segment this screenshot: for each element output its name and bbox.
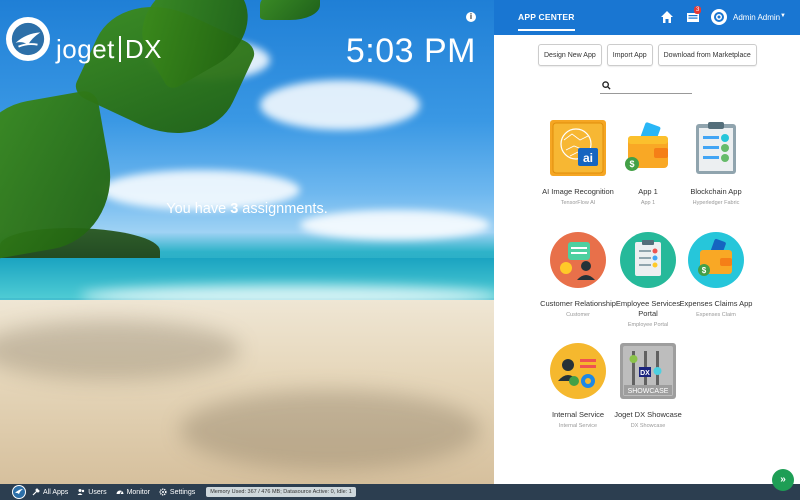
app-app-1[interactable]: $ App 1 App 1	[610, 120, 686, 206]
assignments-message[interactable]: You have 3 assignments.	[0, 201, 494, 217]
tab-app-center[interactable]: APP CENTER	[518, 12, 575, 31]
svg-text:$: $	[629, 159, 634, 169]
app-customer-relationship[interactable]: Customer Relationship Customer	[540, 232, 616, 318]
app-joget-dx-showcase[interactable]: DX SHOWCASE Joget DX Showcase DX Showcas…	[610, 343, 686, 429]
svg-text:$: $	[702, 266, 707, 275]
monitor-button[interactable]: Monitor	[116, 488, 150, 496]
wallet-money-icon: $	[688, 232, 744, 288]
all-apps-button[interactable]: All Apps	[32, 488, 68, 496]
wrench-icon	[32, 488, 40, 496]
app-name: Blockchain App	[690, 187, 742, 196]
joget-bird-icon	[6, 16, 50, 61]
monitor-label: Monitor	[126, 488, 150, 496]
svg-text:ai: ai	[583, 151, 593, 165]
svg-text:SHOWCASE: SHOWCASE	[628, 388, 669, 395]
gear-icon	[159, 488, 167, 496]
ai-brain-icon: ai	[550, 120, 606, 176]
app-search	[600, 80, 692, 94]
chat-user-icon	[550, 232, 606, 288]
cloud	[260, 80, 420, 130]
users-icon	[77, 489, 85, 495]
inbox-count-badge: 3	[694, 6, 702, 14]
joget-logo[interactable]: joget DX	[6, 12, 162, 65]
app-name: Internal Service	[551, 410, 605, 419]
assignments-suffix: assignments.	[238, 201, 328, 217]
all-apps-label: All Apps	[43, 488, 69, 496]
clock: 5:03 PM	[345, 32, 476, 70]
gear-avatar-icon	[711, 9, 727, 25]
brand-name-right: DX	[124, 34, 163, 64]
search-icon	[602, 81, 611, 90]
brand-name: joget DX	[56, 34, 162, 65]
app-ai-image-recognition[interactable]: ai AI Image Recognition TensorFlow AI	[540, 120, 616, 206]
app-subtitle: Expenses Claim	[696, 312, 736, 318]
user-menu[interactable]: Admin Admin	[733, 13, 780, 22]
users-label: Users	[88, 488, 107, 496]
app-employee-services-portal[interactable]: Employee Services Portal Employee Portal	[610, 232, 686, 328]
app-blockchain-app[interactable]: Blockchain App Hyperledger Fabric	[678, 120, 754, 206]
app-name: AI Image Recognition	[542, 187, 614, 196]
design-new-app-button[interactable]: Design New App	[538, 44, 602, 66]
expand-panel-button[interactable]: »	[772, 469, 794, 491]
home-icon[interactable]	[660, 10, 674, 24]
memory-status: Memory Used: 367 / 476 MB; Datasource Ac…	[206, 487, 356, 497]
app-subtitle: App 1	[640, 200, 656, 206]
desktop-background: joget DX i 5:03 PM You have 3 assignments…	[0, 0, 494, 484]
app-subtitle: DX Showcase	[630, 423, 666, 429]
palm-leaves	[260, 0, 320, 20]
app-name: Joget DX Showcase	[614, 410, 682, 419]
showcase-sliders-icon: DX SHOWCASE	[620, 343, 676, 399]
dashboard-icon	[116, 490, 124, 495]
app-internal-service[interactable]: Internal Service Internal Service	[540, 343, 616, 429]
download-marketplace-button[interactable]: Download from Marketplace	[657, 44, 757, 66]
settings-button[interactable]: Settings	[159, 488, 195, 496]
import-app-button[interactable]: Import App	[606, 44, 653, 66]
taskbar: All Apps Users Monitor Settings Memory U…	[0, 484, 800, 500]
app-center-panel: APP CENTER 3 Admin Admin ▼ Design New Ap…	[494, 0, 800, 484]
shadow	[180, 390, 480, 470]
app-name: Employee Services Portal	[615, 299, 681, 318]
app-subtitle: Employee Portal	[627, 322, 669, 328]
svg-text:DX: DX	[640, 370, 650, 377]
app-name: Expenses Claims App	[679, 299, 753, 308]
clipboard-check-icon	[620, 232, 676, 288]
avatar[interactable]	[711, 9, 727, 25]
user-gear-icon	[550, 343, 606, 399]
app-name: Customer Relationship	[540, 299, 616, 308]
app-subtitle: Internal Service	[558, 423, 598, 429]
brand-separator	[118, 36, 121, 62]
assignments-prefix: You have	[166, 201, 231, 217]
chevron-down-icon[interactable]: ▼	[780, 13, 786, 19]
settings-label: Settings	[169, 488, 196, 496]
search-input[interactable]	[614, 80, 690, 93]
top-bar: APP CENTER 3 Admin Admin ▼	[494, 0, 800, 35]
info-icon[interactable]: i	[466, 12, 476, 22]
app-subtitle: Hyperledger Fabric	[692, 200, 740, 206]
app-name: App 1	[638, 187, 658, 196]
joget-bird-icon[interactable]	[12, 485, 26, 499]
app-actions: Design New App Import App Download from …	[538, 44, 757, 66]
app-expenses-claims-app[interactable]: $ Expenses Claims App Expenses Claim	[678, 232, 754, 318]
app-subtitle: TensorFlow AI	[560, 200, 596, 206]
app-subtitle: Customer	[566, 312, 590, 318]
brand-name-left: joget	[56, 34, 115, 64]
users-button[interactable]: Users	[77, 488, 107, 496]
checklist-clipboard-icon	[696, 122, 736, 174]
wallet-icon: $	[625, 122, 668, 171]
